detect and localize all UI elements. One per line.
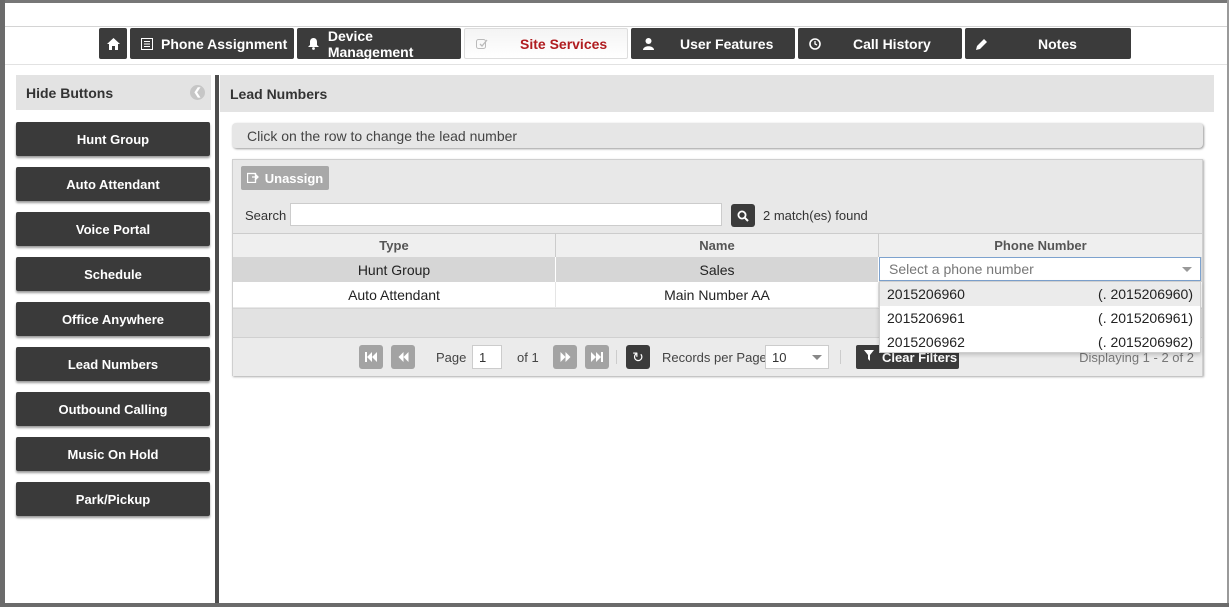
previous-page-button[interactable] — [391, 345, 415, 369]
edit-icon — [474, 38, 490, 50]
first-page-icon — [365, 352, 377, 362]
page-title: Lead Numbers — [220, 75, 1214, 112]
cell-type: Hunt Group — [233, 257, 556, 282]
sidebar-item-music-on-hold[interactable]: Music On Hold — [16, 437, 210, 471]
user-icon — [640, 37, 656, 50]
info-banner: Click on the row to change the lead numb… — [232, 123, 1203, 148]
previous-page-icon — [398, 352, 408, 362]
clock-icon — [807, 37, 823, 50]
unassign-label: Unassign — [264, 170, 324, 186]
refresh-button[interactable]: ↻ — [626, 345, 650, 369]
cell-name: Main Number AA — [556, 282, 879, 307]
tab-bar-divider — [5, 64, 1227, 65]
phone-option-number: 2015206962 — [887, 334, 965, 350]
sidebar-item-auto-attendant[interactable]: Auto Attendant — [16, 167, 210, 201]
match-count: 2 match(es) found — [763, 208, 868, 223]
phone-option[interactable]: 2015206961 (. 2015206961) — [880, 306, 1200, 330]
window-left-border — [0, 0, 5, 607]
phone-option-label: (. 2015206960) — [1098, 286, 1193, 302]
main-tab-bar: Phone Assignment Device Management Site … — [99, 27, 1134, 60]
collapse-sidebar-icon[interactable]: ❮ — [190, 85, 205, 100]
unlink-icon — [246, 171, 259, 186]
pager-separator — [616, 350, 617, 364]
pager-separator — [840, 350, 841, 364]
window-bottom-border — [0, 603, 1229, 607]
tab-label: Device Management — [327, 27, 414, 60]
sidebar-title: Hide Buttons — [26, 84, 114, 101]
bell-icon — [306, 37, 322, 50]
grid-header: Type Name Phone Number — [233, 233, 1202, 258]
home-icon — [106, 37, 120, 50]
tab-label: Call History — [853, 35, 931, 52]
search-input[interactable] — [290, 203, 722, 226]
phone-number-select[interactable]: Select a phone number — [879, 257, 1201, 281]
tab-notes[interactable]: Notes — [965, 28, 1131, 59]
page-label: Page — [436, 350, 467, 365]
cell-name: Sales — [556, 257, 879, 282]
column-header-name[interactable]: Name — [556, 234, 879, 257]
phone-option-number: 2015206960 — [887, 286, 965, 302]
tab-label: Notes — [1038, 35, 1077, 52]
search-icon — [737, 210, 749, 222]
page-count: of 1 — [517, 350, 539, 365]
records-per-page-label: Records per Page — [662, 350, 767, 365]
sidebar-header: Hide Buttons ❮ — [16, 75, 211, 110]
first-page-button[interactable] — [359, 345, 383, 369]
sidebar-item-schedule[interactable]: Schedule — [16, 257, 210, 291]
header-divider — [5, 26, 1227, 27]
next-page-icon — [560, 352, 570, 362]
refresh-icon: ↻ — [632, 348, 644, 365]
chevron-down-icon — [1182, 267, 1192, 272]
unassign-button[interactable]: Unassign — [241, 166, 329, 190]
phone-option-label: (. 2015206961) — [1098, 310, 1193, 326]
phone-option-number: 2015206961 — [887, 310, 965, 326]
phone-option[interactable]: 2015206960 (. 2015206960) — [880, 282, 1200, 306]
tab-site-services[interactable]: Site Services — [464, 28, 628, 59]
sidebar-item-office-anywhere[interactable]: Office Anywhere — [16, 302, 210, 336]
phone-number-placeholder: Select a phone number — [889, 261, 1034, 277]
sidebar: Hide Buttons ❮ Hunt Group Auto Attendant… — [16, 75, 211, 516]
list-icon — [139, 37, 155, 50]
records-per-page-select[interactable]: 10 — [765, 345, 829, 369]
phone-option-label: (. 2015206962) — [1098, 334, 1193, 350]
tab-home[interactable] — [99, 28, 127, 59]
sidebar-item-hunt-group[interactable]: Hunt Group — [16, 122, 210, 156]
sidebar-splitter[interactable] — [215, 75, 219, 603]
next-page-button[interactable] — [553, 345, 577, 369]
pencil-icon — [974, 38, 990, 50]
tab-device-management[interactable]: Device Management — [297, 27, 461, 60]
records-per-page-value: 10 — [772, 349, 787, 365]
tab-user-features[interactable]: User Features — [631, 28, 795, 59]
tab-phone-assignment[interactable]: Phone Assignment — [130, 28, 294, 59]
sidebar-item-lead-numbers[interactable]: Lead Numbers — [16, 347, 210, 381]
phone-number-dropdown: 2015206960 (. 2015206960) 2015206961 (. … — [879, 281, 1201, 353]
sidebar-item-outbound-calling[interactable]: Outbound Calling — [16, 392, 210, 426]
filter-icon — [864, 350, 874, 364]
tab-label: Site Services — [520, 35, 608, 52]
window-top-border — [0, 0, 1229, 3]
last-page-icon — [591, 352, 603, 362]
tab-label: User Features — [680, 35, 774, 52]
page-number-input[interactable]: 1 — [472, 345, 502, 369]
phone-option[interactable]: 2015206962 (. 2015206962) — [880, 330, 1200, 354]
tab-label: Phone Assignment — [161, 35, 288, 52]
column-header-type[interactable]: Type — [233, 234, 556, 257]
search-label: Search — [245, 208, 287, 223]
cell-type: Auto Attendant — [233, 282, 556, 307]
last-page-button[interactable] — [585, 345, 609, 369]
sidebar-item-voice-portal[interactable]: Voice Portal — [16, 212, 210, 246]
sidebar-item-park-pickup[interactable]: Park/Pickup — [16, 482, 210, 516]
search-button[interactable] — [731, 204, 755, 227]
tab-call-history[interactable]: Call History — [798, 28, 962, 59]
column-header-phone-number[interactable]: Phone Number — [879, 234, 1202, 257]
chevron-down-icon — [812, 355, 822, 360]
